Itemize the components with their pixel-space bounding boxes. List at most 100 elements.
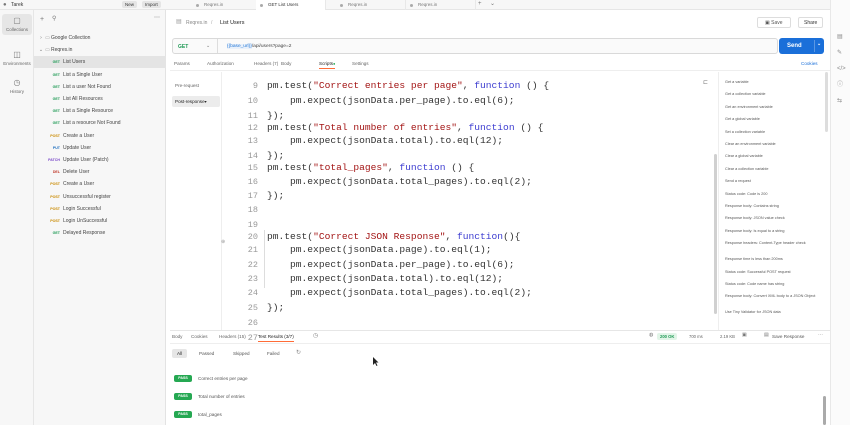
test-result[interactable]: Correct entries per page (198, 376, 248, 381)
refresh-icon[interactable]: ↻ (296, 350, 301, 356)
import-button[interactable]: Import (142, 1, 161, 8)
response-tab-cookies[interactable]: Cookies (191, 334, 208, 339)
code-icon[interactable]: </> (837, 66, 846, 72)
tab-item[interactable]: Reqres.in (192, 0, 262, 10)
snippet-item[interactable]: Response headers: Content-Type header ch… (725, 241, 819, 246)
response-tab-test-results-[interactable]: Test Results (3/7) (258, 334, 294, 342)
filter-icon[interactable]: ⚲ (52, 16, 56, 22)
share-button[interactable]: Share (798, 17, 824, 28)
response-tab-headers-[interactable]: Headers (15) (219, 334, 246, 339)
method-select[interactable]: GET (178, 44, 188, 50)
chevron-down-icon[interactable]: ⌄ (817, 42, 821, 47)
save-icon[interactable]: ▣ (742, 333, 747, 338)
snippet-item[interactable]: Response body: Convert XML body to a JSO… (725, 294, 819, 299)
tab-item[interactable]: Reqres.in (406, 0, 476, 10)
request-item[interactable]: PATCH Update User (Patch) (34, 154, 166, 166)
tab-item[interactable]: Reqres.in (336, 0, 406, 10)
send-button[interactable]: Send ⌄ (779, 38, 824, 54)
filter-passed[interactable]: Passed (194, 349, 219, 358)
snippet-item[interactable]: Status code: Successful POST request (725, 270, 819, 275)
tab-menu-icon[interactable]: ⌄ (490, 1, 495, 7)
info-icon[interactable]: ⓘ (837, 82, 843, 88)
snippet-item[interactable]: Clear a global variable (725, 154, 819, 159)
snippet-item[interactable]: Response body: JSON value check (725, 216, 819, 221)
tab-authorization[interactable]: Authorization (207, 61, 234, 66)
tab-settings[interactable]: Settings (352, 61, 369, 66)
save-button[interactable]: ▣ Save (757, 17, 791, 28)
snippet-item[interactable]: Status code: Code name has string (725, 282, 819, 287)
request-item[interactable]: POST Login Successful (34, 203, 166, 215)
snippets-scrollbar[interactable] (825, 72, 828, 132)
request-item[interactable]: POST Login UnSuccessful (34, 215, 166, 227)
response-time[interactable]: 700 ms (689, 334, 703, 339)
docs-icon[interactable]: ▤ (837, 34, 843, 40)
snippet-item[interactable]: Clear a collection variable (725, 167, 819, 172)
more-icon[interactable]: ⋯ (154, 15, 160, 21)
comments-icon[interactable]: ✎ (837, 50, 842, 56)
save-response-button[interactable]: Save Response (772, 334, 804, 339)
script-tab-post-response[interactable]: Post-response ▾ (172, 96, 220, 107)
script-tab-pre-request[interactable]: Pre-request (172, 80, 220, 91)
test-result[interactable]: Total number of entries (198, 394, 245, 399)
chevron-down-icon[interactable]: ⌄ (206, 44, 210, 49)
filter-failed[interactable]: Failed (262, 349, 285, 358)
snippet-item[interactable]: Response body: Is equal to a string (725, 229, 819, 234)
response-tab-body[interactable]: Body (172, 334, 182, 339)
item-label: Update User (Patch) (63, 157, 109, 163)
tab-active[interactable]: GET List Users (256, 0, 326, 10)
snippet-item[interactable]: Send a request (725, 179, 819, 184)
snippet-item[interactable]: Get a variable (725, 80, 819, 85)
request-item[interactable]: GET List a Single Resource (34, 105, 166, 117)
url-input[interactable]: {{base_url}}/api/users?page=2 (227, 44, 291, 49)
snippet-item[interactable]: Get an environment variable (725, 105, 819, 110)
request-item[interactable]: POST Create a User (34, 178, 166, 190)
snippet-item[interactable]: Status code: Code is 200 (725, 192, 819, 197)
request-item[interactable]: GET List a resource Not Found (34, 117, 166, 129)
tab-params[interactable]: Params (174, 61, 190, 66)
related-icon[interactable]: ⇆ (837, 98, 842, 104)
tab-headers-[interactable]: Headers (7) (254, 61, 278, 66)
code-editor[interactable]: 9 pm.test("Correct entries per page", fun… (224, 72, 700, 343)
status-code[interactable]: 200 OK (657, 333, 678, 340)
page-title[interactable]: List Users (220, 20, 244, 26)
response-size[interactable]: 2.19 KB (720, 334, 735, 339)
cookies-link[interactable]: Cookies (801, 61, 818, 66)
new-button[interactable]: New (122, 1, 138, 8)
request-item[interactable]: GET List a Single User (34, 69, 166, 81)
rail-history[interactable]: ◷ History (2, 76, 32, 97)
tab-body[interactable]: Body (281, 61, 291, 66)
fold-icon[interactable]: ⊕ (221, 240, 225, 245)
test-result[interactable]: total_pages (198, 412, 222, 417)
more-icon[interactable]: ⋯ (818, 333, 823, 338)
request-item[interactable]: POST Unsuccessful register (34, 191, 166, 203)
request-item[interactable]: GET List All Resources (34, 93, 166, 105)
history-icon[interactable]: ◷ (313, 333, 318, 339)
snippet-item[interactable]: Clear an environment variable (725, 142, 819, 147)
request-item[interactable]: PUT Update User (34, 142, 166, 154)
request-item[interactable]: GET List a user Not Found (34, 81, 166, 93)
tab-scripts[interactable]: Scripts ● (319, 61, 336, 69)
snippet-item[interactable]: Use Tiny Validator for JSON data (725, 310, 819, 315)
request-item[interactable]: DEL Delete User (34, 166, 166, 178)
scrollbar[interactable] (714, 154, 717, 314)
snippet-item[interactable]: Get a global variable (725, 117, 819, 122)
breadcrumb-parent[interactable]: Reqres.in (186, 20, 207, 26)
add-icon[interactable]: + (40, 16, 44, 23)
snippet-item[interactable]: Set a collection variable (725, 130, 819, 135)
filter-all[interactable]: All (172, 349, 188, 358)
rail-environments[interactable]: ◫ Environments (2, 48, 32, 69)
snippet-item[interactable]: Response body: Contains string (725, 204, 819, 209)
collection-item[interactable]: ⌄ ▭Reqres.in (34, 44, 166, 56)
response-scrollbar[interactable] (823, 396, 826, 425)
rail-collections[interactable]: ▢ Collections (2, 14, 32, 35)
add-tab-icon[interactable]: + (478, 1, 482, 7)
request-item[interactable]: GET Delayed Response (34, 227, 166, 239)
request-item[interactable]: GET List Users (34, 56, 166, 69)
snippet-item[interactable]: Response time is less than 200ms (725, 257, 819, 262)
filter-skipped[interactable]: Skipped (228, 349, 255, 358)
request-item[interactable]: POST Create a User (34, 130, 166, 142)
collapse-panel-icon[interactable]: ⊏ (703, 80, 708, 86)
snippet-item[interactable]: Get a collection variable (725, 92, 819, 97)
collection-item[interactable]: › ▭Google Collection (34, 32, 166, 44)
workspace-name[interactable]: Tarek (11, 2, 23, 8)
